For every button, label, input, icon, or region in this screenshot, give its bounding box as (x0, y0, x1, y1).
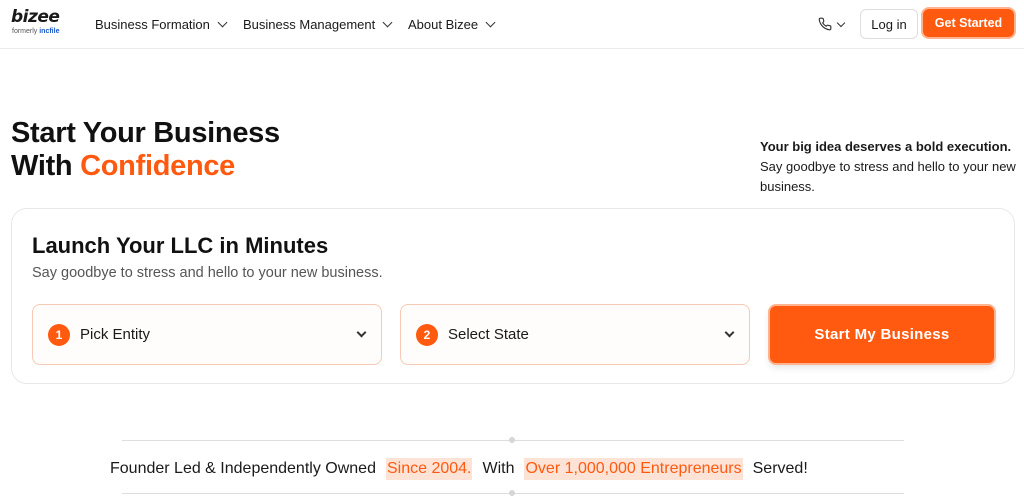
nav-about-bizee[interactable]: About Bizee (408, 16, 496, 32)
phone-dropdown[interactable] (818, 15, 846, 33)
tagline-text: Served! (752, 460, 808, 477)
select-label: Select State (448, 326, 529, 343)
hero-title-prefix: With (11, 150, 81, 182)
logo-formerly-prefix: formerly (12, 28, 40, 35)
chevron-down-icon (382, 17, 393, 27)
tagline-text: With (482, 460, 515, 477)
hero-description-text: Say goodbye to stress and hello to your … (760, 159, 1016, 194)
hero-title-accent: Confidence (80, 150, 236, 182)
hero-description: Your big idea deserves a bold execution.… (760, 137, 1020, 197)
launch-llc-card: Launch Your LLC in Minutes Say goodbye t… (11, 208, 1015, 384)
step-number-badge: 1 (48, 323, 70, 346)
logo-wordmark: bizee (11, 7, 60, 27)
nav-label: Business Formation (95, 16, 210, 32)
nav-business-management[interactable]: Business Management (243, 16, 393, 32)
chevron-down-icon (217, 17, 228, 27)
divider-dot (509, 490, 515, 496)
tagline-highlight-entrepreneurs: Over 1,000,000 Entrepreneurs (524, 458, 743, 480)
phone-icon (818, 17, 832, 31)
start-my-business-button[interactable]: Start My Business (770, 306, 994, 363)
site-header: bizee formerly incfile Business Formatio… (0, 0, 1024, 49)
nav-business-formation[interactable]: Business Formation (95, 16, 228, 32)
chevron-down-icon (485, 17, 496, 27)
get-started-button[interactable]: Get Started (923, 9, 1014, 37)
hero-title: Start Your Business With Confidence (11, 117, 280, 183)
hero-title-line1: Start Your Business (11, 117, 280, 149)
select-label: Pick Entity (80, 326, 151, 343)
step-number-badge: 2 (416, 323, 438, 346)
hero-title-line2: With Confidence (11, 150, 280, 183)
pick-entity-select[interactable]: 1 Pick Entity (32, 304, 382, 365)
nav-label: About Bizee (408, 16, 479, 32)
chevron-down-icon (724, 327, 735, 338)
bizee-logo[interactable]: bizee formerly incfile (11, 8, 73, 40)
tagline-text: Founder Led & Independently Owned (110, 460, 376, 477)
logo-formerly-text: formerly incfile (12, 28, 59, 36)
hero-description-bold: Your big idea deserves a bold execution. (760, 139, 1012, 154)
chevron-down-icon (356, 327, 367, 338)
tagline-highlight-since: Since 2004. (385, 458, 473, 480)
card-subtitle: Say goodbye to stress and hello to your … (32, 265, 383, 281)
divider-dot (509, 437, 515, 443)
select-state-select[interactable]: 2 Select State (400, 304, 750, 365)
nav-label: Business Management (243, 16, 376, 32)
logo-formerly-brand: incfile (39, 28, 60, 35)
tagline: Founder Led & Independently Owned Since … (110, 457, 808, 481)
card-title: Launch Your LLC in Minutes (32, 233, 329, 258)
chevron-down-icon (836, 18, 846, 27)
login-button[interactable]: Log in (860, 9, 918, 39)
